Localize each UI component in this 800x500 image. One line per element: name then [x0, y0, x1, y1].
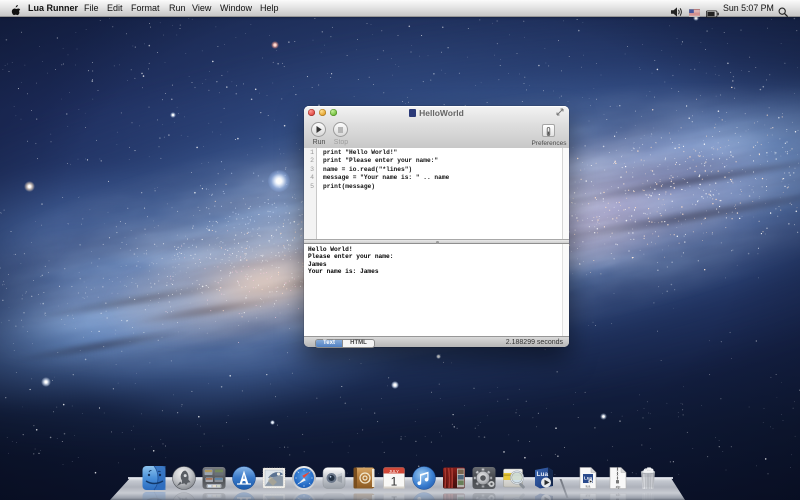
svg-text:lua: lua	[586, 494, 591, 498]
svg-text:1: 1	[391, 475, 398, 489]
svg-text:Lua: Lua	[537, 471, 549, 478]
svg-text:zip: zip	[616, 485, 621, 489]
svg-text:lua: lua	[586, 485, 591, 489]
svg-text:zip: zip	[616, 493, 621, 497]
svg-text:JULY: JULY	[389, 469, 399, 474]
